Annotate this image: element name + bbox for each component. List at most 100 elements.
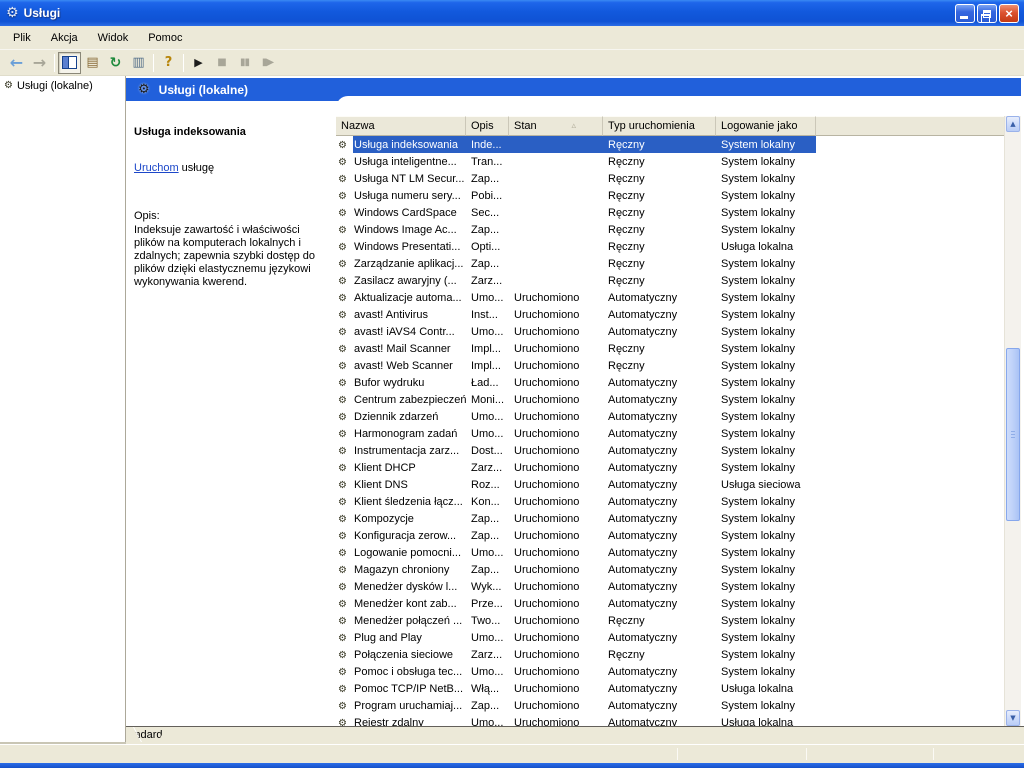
- start-service-link[interactable]: Uruchom: [134, 162, 179, 174]
- table-row[interactable]: ⚙Połączenia siecioweZarz...UruchomionoRę…: [336, 646, 1004, 663]
- cell-text: Dziennik zdarzeń: [354, 411, 438, 423]
- table-row[interactable]: ⚙avast! Mail ScannerImpl...UruchomionoRę…: [336, 340, 1004, 357]
- column-header-label: Typ uruchomienia: [608, 120, 695, 132]
- cell-text: Zap...: [471, 513, 499, 525]
- cell-text: Automatyczny: [608, 530, 677, 542]
- tree-item-services-local[interactable]: ⚙ Usługi (lokalne): [0, 76, 125, 94]
- view-tabs: RozszerzonyStandardowy: [126, 726, 1024, 744]
- cell-opis: Zap...: [466, 258, 509, 270]
- table-row[interactable]: ⚙Klient DHCPZarz...UruchomionoAutomatycz…: [336, 459, 1004, 476]
- cell-text: Ręczny: [608, 241, 645, 253]
- close-button[interactable]: ×: [999, 4, 1019, 23]
- table-row[interactable]: ⚙Klient DNSRoz...UruchomionoAutomatyczny…: [336, 476, 1004, 493]
- cell-text: System lokalny: [721, 445, 795, 457]
- cell-text: System lokalny: [721, 649, 795, 661]
- table-row[interactable]: ⚙avast! iAVS4 Contr...Umo...UruchomionoA…: [336, 323, 1004, 340]
- cell-text: Uruchomiono: [514, 615, 579, 627]
- help-button[interactable]: ?: [157, 52, 180, 74]
- cell-text: Uruchomiono: [514, 547, 579, 559]
- cell-log: System lokalny: [716, 343, 816, 355]
- cell-typ: Ręczny: [603, 343, 716, 355]
- cell-typ: Ręczny: [603, 190, 716, 202]
- table-row[interactable]: ⚙Zasilacz awaryjny (...Zarz...RęcznySyst…: [336, 272, 1004, 289]
- refresh-button[interactable]: ↻: [104, 52, 127, 74]
- table-row[interactable]: ⚙Centrum zabezpieczeńMoni...UruchomionoA…: [336, 391, 1004, 408]
- column-header-3[interactable]: Typ uruchomienia: [603, 116, 716, 136]
- refresh-icon: ↻: [110, 55, 122, 71]
- show-hide-console-tree-button[interactable]: [58, 52, 81, 74]
- cell-text: Uruchomiono: [514, 632, 579, 644]
- table-row[interactable]: ⚙avast! AntivirusInst...UruchomionoAutom…: [336, 306, 1004, 323]
- table-row[interactable]: ⚙Zarządzanie aplikacj...Zap...RęcznySyst…: [336, 255, 1004, 272]
- title-bar[interactable]: ⚙ Usługi ×: [0, 0, 1024, 26]
- menu-item-pomoc[interactable]: Pomoc: [138, 28, 192, 48]
- cell-text: Plug and Play: [354, 632, 422, 644]
- table-row[interactable]: ⚙Aktualizacje automa...Umo...Uruchomiono…: [336, 289, 1004, 306]
- column-header-1[interactable]: Opis: [466, 116, 509, 136]
- table-row[interactable]: ⚙Magazyn chronionyZap...UruchomionoAutom…: [336, 561, 1004, 578]
- table-row[interactable]: ⚙Menedżer kont zab...Prze...UruchomionoA…: [336, 595, 1004, 612]
- table-row[interactable]: ⚙Menedżer dysków l...Wyk...UruchomionoAu…: [336, 578, 1004, 595]
- table-row[interactable]: ⚙Program uruchamiaj...Zap...UruchomionoA…: [336, 697, 1004, 714]
- menu-item-akcja[interactable]: Akcja: [41, 28, 88, 48]
- table-row[interactable]: ⚙Windows CardSpaceSec...RęcznySystem lok…: [336, 204, 1004, 221]
- table-row[interactable]: ⚙Klient śledzenia łącz...Kon...Uruchomio…: [336, 493, 1004, 510]
- table-row[interactable]: ⚙Konfiguracja zerow...Zap...UruchomionoA…: [336, 527, 1004, 544]
- restart-service-button[interactable]: ▮▶: [256, 52, 279, 74]
- cell-text: System lokalny: [721, 207, 795, 219]
- properties-button[interactable]: ▤: [81, 52, 104, 74]
- cell-name: ⚙Menedżer połączeń ...: [336, 615, 466, 627]
- cell-text: Uruchomiono: [514, 513, 579, 525]
- table-row[interactable]: ⚙Bufor wydrukuŁad...UruchomionoAutomatyc…: [336, 374, 1004, 391]
- table-row[interactable]: ⚙Logowanie pomocni...Umo...UruchomionoAu…: [336, 544, 1004, 561]
- table-row[interactable]: ⚙Windows Image Ac...Zap...RęcznySystem l…: [336, 221, 1004, 238]
- stop-service-button[interactable]: ■: [210, 52, 233, 74]
- table-row[interactable]: ⚙Pomoc i obsługa tec...Umo...Uruchomiono…: [336, 663, 1004, 680]
- cell-text: System lokalny: [721, 190, 795, 202]
- console-tree-pane: ⚙ Usługi (lokalne): [0, 76, 126, 744]
- table-row[interactable]: ⚙avast! Web ScannerImpl...UruchomionoRęc…: [336, 357, 1004, 374]
- cell-text: Harmonogram zadań: [354, 428, 457, 440]
- vertical-scrollbar[interactable]: ▲ ▼: [1004, 116, 1021, 726]
- menu-item-plik[interactable]: Plik: [3, 28, 41, 48]
- cell-log: System lokalny: [716, 649, 816, 661]
- table-row[interactable]: ⚙Rejestr zdalnyUmo...UruchomionoAutomaty…: [336, 714, 1004, 726]
- scroll-up-button[interactable]: ▲: [1006, 116, 1020, 132]
- pause-service-button[interactable]: ▮▮: [233, 52, 256, 74]
- cell-text: Automatyczny: [608, 717, 677, 727]
- start-service-button[interactable]: ▶: [187, 52, 210, 74]
- table-row[interactable]: ⚙Dziennik zdarzeńUmo...UruchomionoAutoma…: [336, 408, 1004, 425]
- cell-log: System lokalny: [716, 360, 816, 372]
- cell-text: Ręczny: [608, 139, 645, 151]
- forward-button[interactable]: →: [28, 52, 51, 74]
- scroll-down-button[interactable]: ▼: [1006, 710, 1020, 726]
- cell-text: Ręczny: [608, 649, 645, 661]
- cell-typ: Automatyczny: [603, 700, 716, 712]
- export-list-button[interactable]: ▥: [127, 52, 150, 74]
- scrollbar-thumb[interactable]: [1006, 348, 1020, 521]
- table-row[interactable]: ⚙Usługa inteligentne...Tran...RęcznySyst…: [336, 153, 1004, 170]
- console-tree-icon: [62, 56, 77, 69]
- back-button[interactable]: ←: [5, 52, 28, 74]
- table-row[interactable]: ⚙Menedżer połączeń ...Two...UruchomionoR…: [336, 612, 1004, 629]
- menu-item-widok[interactable]: Widok: [88, 28, 139, 48]
- table-row[interactable]: ⚙Instrumentacja zarz...Dost...Uruchomion…: [336, 442, 1004, 459]
- column-header-2[interactable]: Stan▵: [509, 116, 603, 136]
- table-row[interactable]: ⚙Windows Presentati...Opti...RęcznyUsług…: [336, 238, 1004, 255]
- table-row[interactable]: ⚙Plug and PlayUmo...UruchomionoAutomatyc…: [336, 629, 1004, 646]
- table-row[interactable]: ⚙Pomoc TCP/IP NetB...Włą...UruchomionoAu…: [336, 680, 1004, 697]
- restore-button[interactable]: [977, 4, 997, 23]
- cell-text: Uruchomiono: [514, 309, 579, 321]
- table-row[interactable]: ⚙Usługa indeksowaniaInde...RęcznySystem …: [336, 136, 1004, 153]
- column-header-4[interactable]: Logowanie jako: [716, 116, 816, 136]
- table-row[interactable]: ⚙Harmonogram zadańUmo...UruchomionoAutom…: [336, 425, 1004, 442]
- table-row[interactable]: ⚙KompozycjeZap...UruchomionoAutomatyczny…: [336, 510, 1004, 527]
- cell-name: ⚙Zasilacz awaryjny (...: [336, 275, 466, 287]
- table-row[interactable]: ⚙Usługa numeru sery...Pobi...RęcznySyste…: [336, 187, 1004, 204]
- column-header-0[interactable]: Nazwa: [336, 116, 466, 136]
- cell-log: System lokalny: [716, 139, 816, 151]
- table-row[interactable]: ⚙Usługa NT LM Secur...Zap...RęcznySystem…: [336, 170, 1004, 187]
- cell-stan: Uruchomiono: [509, 564, 603, 576]
- menu-bar: PlikAkcjaWidokPomoc: [0, 26, 1024, 50]
- minimize-button[interactable]: [955, 4, 975, 23]
